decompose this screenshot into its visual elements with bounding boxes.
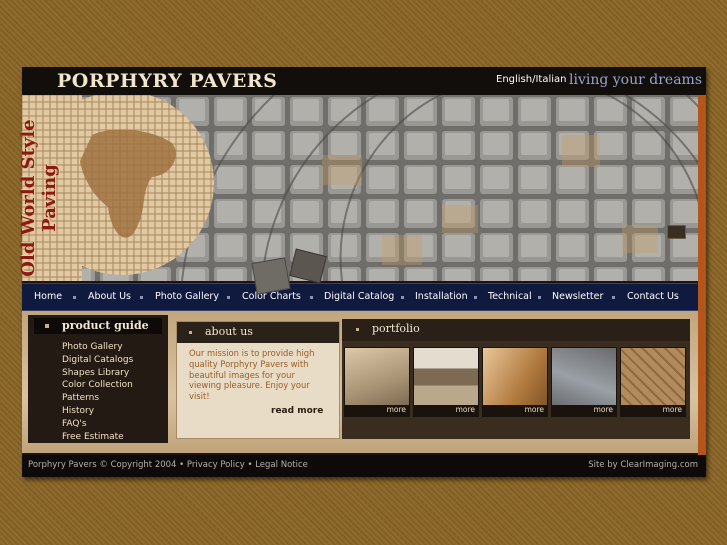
copyright-text[interactable]: Porphyry Pavers © Copyright 2004 • Priva… (28, 460, 308, 470)
hero-image (22, 95, 706, 281)
site-credit[interactable]: Site by ClearImaging.com (588, 460, 698, 470)
portfolio-thumbnail[interactable]: more (344, 347, 410, 417)
header: PORPHYRY PAVERS English/Italian living y… (22, 67, 706, 95)
bullet-icon (189, 331, 192, 334)
about-us-panel: about us Our mission is to provide high … (176, 321, 340, 439)
about-us-text: Our mission is to provide high quality P… (189, 348, 315, 402)
nav-separator (310, 296, 313, 299)
nav-tab-handle (667, 225, 686, 239)
right-accent-bar (698, 95, 706, 477)
nav-installation[interactable]: Installation (415, 291, 468, 302)
product-guide-item[interactable]: Digital Catalogs (62, 354, 133, 367)
portfolio-thumbnail[interactable]: more (551, 347, 617, 417)
nav-contact-us[interactable]: Contact Us (627, 291, 679, 302)
site-frame: PORPHYRY PAVERS English/Italian living y… (18, 67, 706, 477)
product-guide-panel: product guide Photo Gallery Digital Cata… (28, 315, 168, 443)
nav-separator (401, 296, 404, 299)
product-guide-title: product guide (62, 319, 149, 332)
product-guide-item[interactable]: History (62, 405, 133, 418)
about-us-title: about us (205, 325, 253, 338)
nav-home[interactable]: Home (34, 291, 62, 302)
nav-technical[interactable]: Technical (488, 291, 532, 302)
portfolio-thumbnail[interactable]: more (482, 347, 548, 417)
footer: Porphyry Pavers © Copyright 2004 • Priva… (22, 455, 706, 477)
portfolio-thumbnail[interactable]: more (620, 347, 686, 417)
thumbnail-more-link[interactable]: more (525, 405, 544, 414)
portfolio-title: portfolio (372, 322, 420, 335)
nav-separator (612, 296, 615, 299)
nav-about-us[interactable]: About Us (88, 291, 131, 302)
content-area: product guide Photo Gallery Digital Cata… (22, 311, 698, 453)
slogan: living your dreams (569, 72, 703, 88)
about-us-header: about us (177, 322, 339, 343)
product-guide-header: product guide (34, 318, 162, 334)
nav-separator (538, 296, 541, 299)
portfolio-panel: portfolio more more more more more (342, 319, 690, 439)
hero-vertical-text: Old World Style Paving (18, 119, 60, 277)
portfolio-thumbnail[interactable]: more (413, 347, 479, 417)
site-logo[interactable]: PORPHYRY PAVERS (57, 70, 277, 92)
nav-newsletter[interactable]: Newsletter (552, 291, 603, 302)
thumbnail-more-link[interactable]: more (456, 405, 475, 414)
nav-digital-catalog[interactable]: Digital Catalog (324, 291, 394, 302)
portfolio-header: portfolio (342, 319, 690, 341)
nav-color-charts[interactable]: Color Charts (242, 291, 301, 302)
product-guide-item[interactable]: Color Collection (62, 379, 133, 392)
thumbnail-more-link[interactable]: more (663, 405, 682, 414)
bullet-icon (45, 324, 49, 328)
language-link[interactable]: English/Italian (496, 74, 567, 85)
stone-decoration (251, 257, 291, 295)
nav-photo-gallery[interactable]: Photo Gallery (155, 291, 219, 302)
product-guide-item[interactable]: Photo Gallery (62, 341, 133, 354)
product-guide-list: Photo Gallery Digital Catalogs Shapes Li… (62, 341, 133, 443)
main-nav: Home About Us Photo Gallery Color Charts… (22, 283, 698, 311)
nav-separator (474, 296, 477, 299)
nav-separator (73, 296, 76, 299)
thumbnail-more-link[interactable]: more (594, 405, 613, 414)
nav-separator (140, 296, 143, 299)
nav-separator (227, 296, 230, 299)
bullet-icon (356, 328, 359, 331)
thumbnail-more-link[interactable]: more (387, 405, 406, 414)
product-guide-item[interactable]: Free Estimate (62, 431, 133, 444)
read-more-link[interactable]: read more (271, 406, 323, 416)
product-guide-item[interactable]: FAQ's (62, 418, 133, 431)
product-guide-item[interactable]: Shapes Library (62, 367, 133, 380)
product-guide-item[interactable]: Patterns (62, 392, 133, 405)
